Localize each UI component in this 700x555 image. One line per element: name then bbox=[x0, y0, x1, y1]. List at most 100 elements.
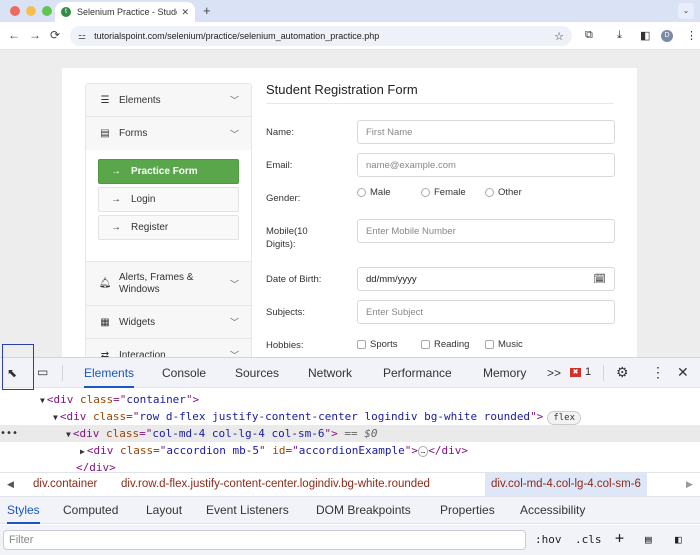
tab-elements[interactable]: Elements bbox=[84, 358, 135, 388]
settings-gear-icon[interactable]: ⚙ bbox=[616, 364, 629, 381]
browser-toolbar: ← → ⟳ ⚍ tutorialspoint.com/selenium/prac… bbox=[0, 22, 700, 50]
sidebar-item-elements[interactable]: ☰ Elements ﹀ bbox=[86, 84, 251, 117]
tab-styles[interactable]: Styles bbox=[7, 497, 40, 524]
error-count[interactable]: 1 bbox=[585, 366, 591, 378]
name-input[interactable]: First Name bbox=[357, 120, 615, 144]
new-tab-button[interactable]: + bbox=[203, 3, 211, 18]
window-maximize-button[interactable] bbox=[42, 6, 52, 16]
hobby-reading-checkbox[interactable]: Reading bbox=[421, 339, 469, 350]
styles-filter-row: Filter :hov .cls + ▤ ◧ bbox=[0, 525, 700, 555]
paint-roller-icon[interactable]: ▤ bbox=[645, 533, 652, 546]
breadcrumb-row[interactable]: div.row.d-flex.justify-content-center.lo… bbox=[115, 473, 436, 496]
dob-input[interactable]: dd/mm/yyyy 🗓︎ bbox=[357, 267, 615, 291]
sidebar-item-alerts[interactable]: 🔔︎ Alerts, Frames & Windows ﹀ bbox=[86, 262, 251, 306]
devtools-tab-bar: ⬉ ▭ Elements Console Sources Network Per… bbox=[0, 358, 700, 388]
radio-icon bbox=[485, 188, 494, 197]
login-link[interactable]: → Login bbox=[98, 187, 239, 212]
dom-node-row[interactable]: ▼ <div class="row d-flex justify-content-… bbox=[0, 408, 700, 425]
hobby-music-checkbox[interactable]: Music bbox=[485, 339, 523, 350]
calendar-icon[interactable]: 🗓︎ bbox=[593, 274, 606, 285]
hobby-sports-checkbox[interactable]: Sports bbox=[357, 339, 397, 350]
dom-node-container[interactable]: ▼ <div class="container"> bbox=[0, 391, 700, 408]
more-tabs-button[interactable]: >> bbox=[547, 358, 561, 388]
breadcrumb-col-current[interactable]: div.col-md-4.col-lg-4.col-sm-6 bbox=[485, 473, 647, 496]
back-icon[interactable]: ← bbox=[8, 28, 20, 42]
mobile-input[interactable]: Enter Mobile Number bbox=[357, 219, 615, 243]
separator bbox=[603, 365, 604, 381]
arrow-right-icon: → bbox=[111, 194, 121, 205]
tab-console[interactable]: Console bbox=[162, 358, 206, 388]
browser-tab[interactable]: t Selenium Practice - Student R ✕ bbox=[55, 2, 195, 22]
link-label: Register bbox=[131, 222, 169, 233]
site-settings-icon[interactable]: ⚍ bbox=[78, 31, 86, 42]
device-toolbar-icon[interactable]: ▭ bbox=[37, 365, 48, 379]
toggle-sidebar-icon[interactable]: ◧ bbox=[675, 533, 682, 546]
title-divider bbox=[266, 103, 614, 104]
list-box-icon: ▤ bbox=[100, 128, 110, 139]
sidebar-item-label: Widgets bbox=[119, 316, 156, 328]
subjects-input[interactable]: Enter Subject bbox=[357, 300, 615, 324]
tab-computed[interactable]: Computed bbox=[63, 497, 118, 524]
register-link[interactable]: → Register bbox=[98, 215, 239, 240]
email-label: Email: bbox=[266, 160, 293, 171]
tab-dom-breakpoints[interactable]: DOM Breakpoints bbox=[316, 497, 411, 524]
sidebar-item-widgets[interactable]: ▦ Widgets ﹀ bbox=[86, 306, 251, 339]
breadcrumb-scroll-right-icon[interactable]: ▶ bbox=[686, 473, 693, 496]
tab-event-listeners[interactable]: Event Listeners bbox=[206, 497, 289, 524]
expand-triangle-icon[interactable]: ▼ bbox=[40, 396, 45, 405]
address-bar[interactable]: ⚍ tutorialspoint.com/selenium/practice/s… bbox=[70, 26, 572, 46]
side-panel-icon[interactable]: ◧ bbox=[640, 29, 650, 42]
collapse-triangle-icon[interactable]: ▶ bbox=[80, 447, 85, 456]
subjects-label: Subjects: bbox=[266, 307, 306, 318]
bell-icon: 🔔︎ bbox=[98, 278, 112, 289]
tab-layout[interactable]: Layout bbox=[146, 497, 182, 524]
styles-filter-input[interactable]: Filter bbox=[3, 530, 526, 550]
tab-sources[interactable]: Sources bbox=[235, 358, 279, 388]
dom-node-close[interactable]: </div> bbox=[0, 459, 700, 471]
extensions-icon[interactable]: ⧉ bbox=[585, 29, 593, 42]
tab-title: Selenium Practice - Student R bbox=[77, 7, 177, 17]
tab-network[interactable]: Network bbox=[308, 358, 352, 388]
forms-submenu: → Practice Form → Login → Register bbox=[86, 150, 251, 262]
email-input[interactable]: name@example.com bbox=[357, 153, 615, 177]
close-devtools-icon[interactable]: ✕ bbox=[677, 364, 689, 381]
sidebar-item-interaction[interactable]: ⇄ Interaction ﹀ bbox=[86, 339, 251, 357]
practice-form-link[interactable]: → Practice Form bbox=[98, 159, 239, 184]
collapsed-content-badge[interactable]: … bbox=[418, 445, 429, 457]
expand-triangle-icon[interactable]: ▼ bbox=[53, 413, 58, 422]
window-minimize-button[interactable] bbox=[26, 6, 36, 16]
gender-female-radio[interactable]: Female bbox=[421, 187, 466, 198]
tab-search-button[interactable]: ⌄ bbox=[678, 3, 694, 19]
downloads-icon[interactable]: ⤓ bbox=[617, 29, 622, 42]
option-label: Male bbox=[370, 187, 391, 198]
sidebar-item-forms[interactable]: ▤ Forms ﹀ bbox=[86, 117, 251, 150]
url-text[interactable]: tutorialspoint.com/selenium/practice/sel… bbox=[94, 31, 554, 41]
tab-accessibility[interactable]: Accessibility bbox=[520, 497, 585, 524]
dom-node-accordion[interactable]: ▶ <div class="accordion mb-5" id="accordi… bbox=[0, 442, 700, 459]
gender-male-radio[interactable]: Male bbox=[357, 187, 391, 198]
window-close-button[interactable] bbox=[10, 6, 20, 16]
gender-other-radio[interactable]: Other bbox=[485, 187, 522, 198]
reload-icon[interactable]: ⟳ bbox=[50, 28, 60, 42]
cls-toggle-button[interactable]: .cls bbox=[575, 533, 602, 546]
hov-toggle-button[interactable]: :hov bbox=[535, 533, 562, 546]
dom-node-col-selected[interactable]: ••• ▼ <div class="col-md-4 col-lg-4 col-s… bbox=[0, 425, 700, 442]
flex-badge[interactable]: flex bbox=[547, 411, 581, 425]
more-options-icon[interactable]: ⋮ bbox=[651, 364, 665, 381]
bookmark-star-icon[interactable]: ☆ bbox=[554, 30, 564, 43]
tab-memory[interactable]: Memory bbox=[483, 358, 526, 388]
profile-avatar[interactable]: D bbox=[661, 30, 673, 42]
breadcrumb-scroll-left-icon[interactable]: ◀ bbox=[7, 473, 14, 496]
sidebar-accordion: ☰ Elements ﹀ ▤ Forms ﹀ → Practice Form →… bbox=[85, 83, 252, 357]
tab-performance[interactable]: Performance bbox=[383, 358, 452, 388]
gutter-dots-icon[interactable]: ••• bbox=[0, 425, 18, 442]
breadcrumb-container[interactable]: div.container bbox=[27, 473, 103, 496]
tab-properties[interactable]: Properties bbox=[440, 497, 495, 524]
expand-triangle-icon[interactable]: ▼ bbox=[66, 430, 71, 439]
forward-icon[interactable]: → bbox=[29, 28, 41, 42]
login-div-card: ☰ Elements ﹀ ▤ Forms ﹀ → Practice Form →… bbox=[62, 68, 637, 357]
browser-menu-icon[interactable]: ⋮ bbox=[686, 29, 697, 42]
tab-close-icon[interactable]: ✕ bbox=[181, 7, 189, 18]
error-icon[interactable]: ✖ bbox=[570, 368, 581, 377]
new-style-rule-icon[interactable]: + bbox=[615, 529, 624, 547]
